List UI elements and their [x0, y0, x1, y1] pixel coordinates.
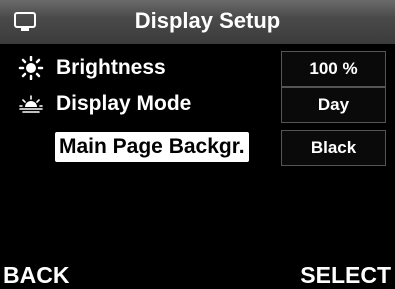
menu-row-display-mode[interactable]: Display Mode Day [0, 86, 395, 123]
day-night-icon [19, 95, 43, 113]
brightness-label: Brightness [56, 56, 166, 79]
display-mode-label: Display Mode [56, 92, 192, 115]
title-bar: Display Setup [0, 0, 395, 44]
back-button[interactable]: BACK [3, 262, 69, 289]
softkey-bar: BACK SELECT [0, 262, 395, 289]
brightness-value[interactable]: 100 % [281, 51, 386, 87]
page-title: Display Setup [134, 8, 281, 33]
sun-icon [18, 56, 44, 80]
main-page-background-label: Main Page Backgr. [55, 132, 249, 162]
menu-row-brightness[interactable]: Brightness 100 % [0, 50, 395, 87]
display-mode-value[interactable]: Day [281, 87, 386, 123]
select-button[interactable]: SELECT [300, 262, 391, 289]
menu-row-main-page-background[interactable]: Main Page Backgr. Black [0, 129, 395, 166]
main-page-background-value[interactable]: Black [281, 130, 386, 166]
